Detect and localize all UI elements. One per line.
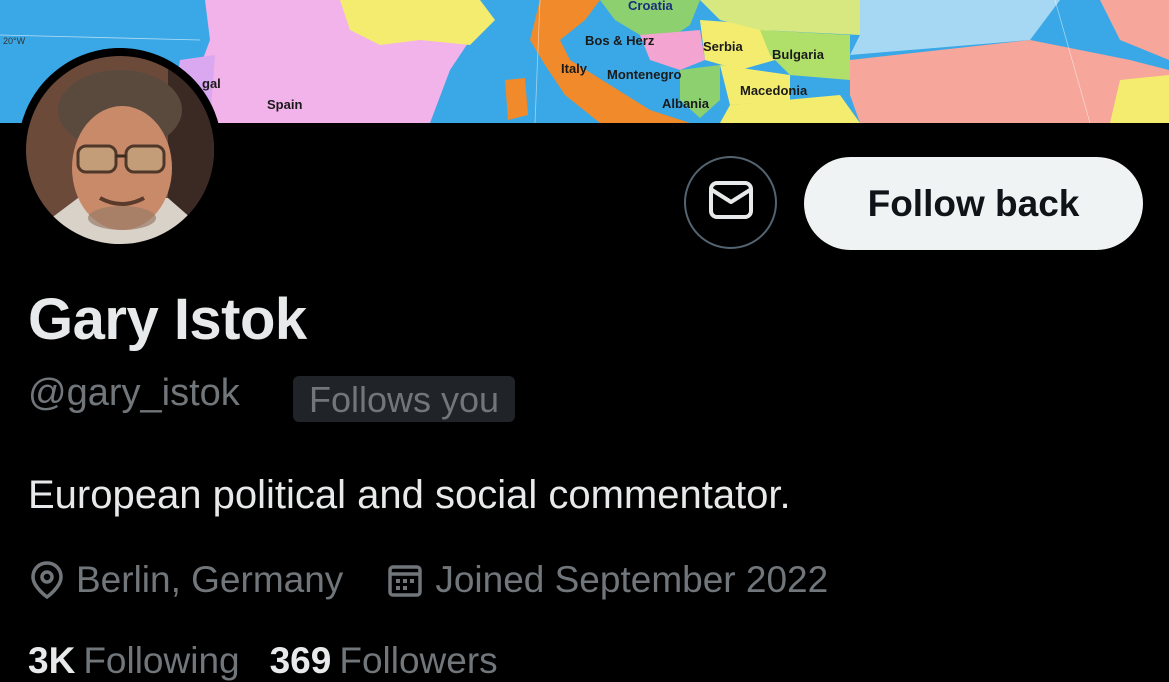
- map-label-albania: Albania: [662, 96, 710, 111]
- map-label-croatia: Croatia: [628, 0, 674, 13]
- followers-stat-link[interactable]: 369 Followers: [270, 640, 498, 682]
- map-label-serbia: Serbia: [703, 39, 744, 54]
- map-label-spain: Spain: [267, 97, 302, 112]
- map-label-macedonia: Macedonia: [740, 83, 808, 98]
- profile-avatar[interactable]: [18, 48, 222, 252]
- follow-back-button[interactable]: Follow back: [804, 157, 1143, 250]
- location-pin-icon: [30, 560, 64, 600]
- following-label: Following: [83, 640, 240, 681]
- map-label-montenegro: Montenegro: [607, 67, 681, 82]
- following-stat-link[interactable]: 3K Following: [28, 640, 240, 682]
- envelope-icon: [708, 180, 754, 225]
- map-label-italy: Italy: [561, 61, 588, 76]
- map-label-bos-herz: Bos & Herz: [585, 33, 655, 48]
- location-text: Berlin, Germany: [76, 559, 344, 600]
- followers-count: 369: [269, 640, 332, 681]
- followers-label: Followers: [339, 640, 498, 681]
- following-count: 3K: [28, 640, 76, 681]
- profile-meta: Berlin, Germany Joined September 2022: [30, 554, 872, 606]
- user-handle: @gary_istok: [28, 372, 240, 414]
- location-item: Berlin, Germany: [30, 559, 343, 601]
- follows-you-badge: Follows you: [293, 376, 516, 422]
- profile-bio: European political and social commentato…: [28, 473, 791, 517]
- map-label-bulgaria: Bulgaria: [772, 47, 825, 62]
- message-button[interactable]: [684, 156, 777, 249]
- avatar-photo: [18, 48, 222, 252]
- calendar-icon: [387, 562, 423, 598]
- display-name: Gary Istok: [28, 287, 307, 352]
- map-label-portugal: gal: [202, 76, 221, 91]
- follow-stats: 3K Following 369 Followers: [28, 640, 528, 682]
- joined-date-text: Joined September 2022: [435, 559, 829, 600]
- map-longitude-label: 20°W: [3, 36, 26, 46]
- joined-item: Joined September 2022: [387, 559, 828, 601]
